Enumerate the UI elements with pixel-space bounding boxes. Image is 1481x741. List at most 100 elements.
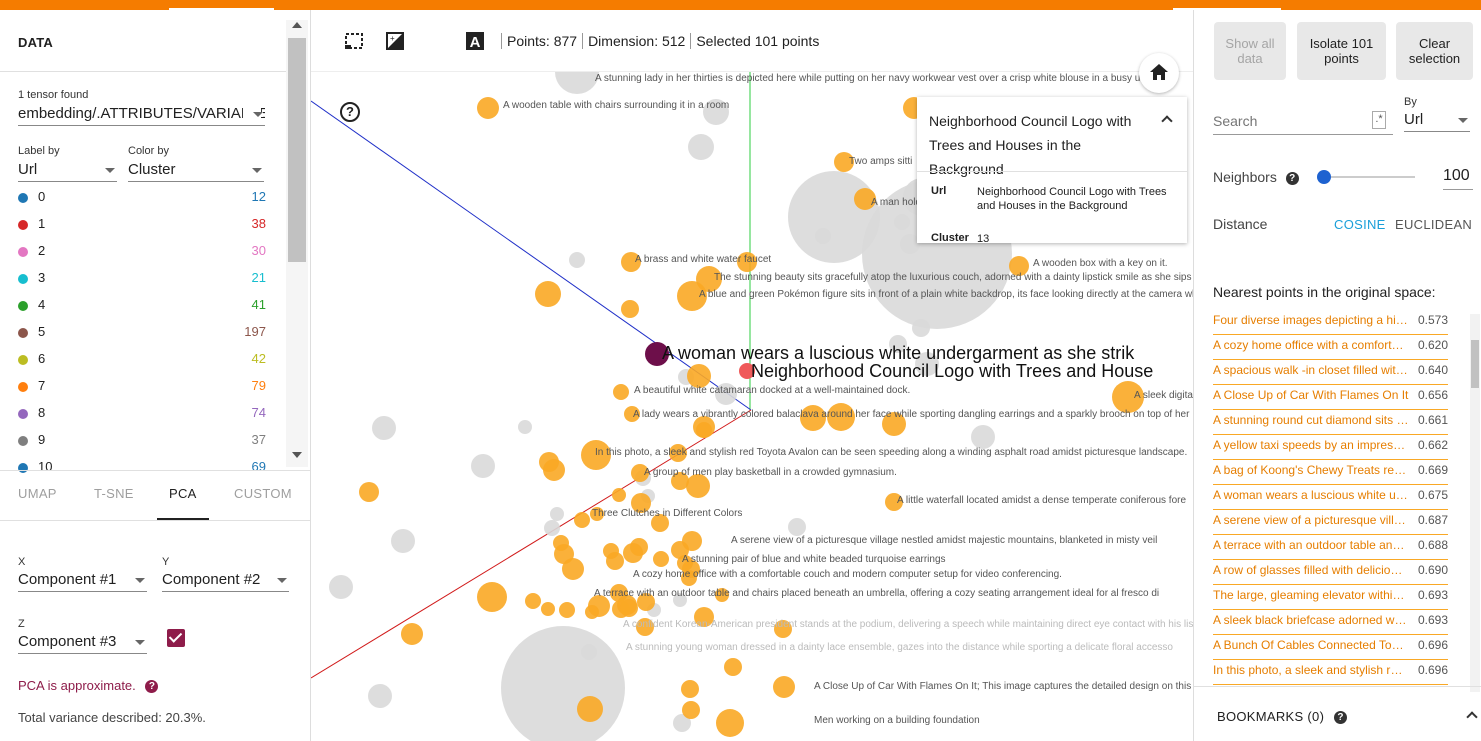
legend-item-0[interactable]: 0 12 <box>18 187 266 214</box>
nearest-item-distance: 0.688 <box>1417 538 1448 552</box>
home-button[interactable] <box>1139 53 1179 93</box>
label-by-label: Label by <box>18 145 60 157</box>
label-by-select[interactable]: Url <box>18 161 117 182</box>
nearest-item[interactable]: The large, gleaming elevator within the … <box>1213 585 1448 610</box>
data-point <box>971 425 995 449</box>
euclidean-button[interactable]: EUCLIDEAN <box>1395 217 1472 232</box>
label-text-icon[interactable]: A <box>465 31 485 51</box>
cluster-count: 12 <box>251 189 266 204</box>
y-component-select[interactable]: Component #2 <box>162 571 289 592</box>
z-enable-checkbox[interactable] <box>167 629 185 647</box>
nearest-title: Nearest points in the original space: <box>1213 284 1436 300</box>
label-by-value: Url <box>18 161 38 178</box>
legend-item-6[interactable]: 6 42 <box>18 349 266 376</box>
nearest-item-distance: 0.693 <box>1417 588 1448 602</box>
show-all-data-button[interactable]: Show all data <box>1214 22 1286 80</box>
night-mode-icon[interactable] <box>425 31 445 51</box>
help-icon[interactable]: ? <box>1285 172 1299 185</box>
legend-item-3[interactable]: 3 21 <box>18 268 266 295</box>
nearest-item[interactable]: Four diverse images depicting a higher e… <box>1213 310 1448 335</box>
legend-item-5[interactable]: 5 197 <box>18 322 266 349</box>
nearest-item[interactable]: A bag of Koong's Chewy Treats rests on a… <box>1213 460 1448 485</box>
legend-item-4[interactable]: 4 41 <box>18 295 266 322</box>
cluster-color-dot <box>18 193 28 203</box>
point-label: A blue and green Pokémon figure sits in … <box>699 289 1193 300</box>
chevron-up-icon[interactable] <box>1161 115 1173 127</box>
nearest-item[interactable]: A row of glasses filled with delicious d… <box>1213 560 1448 585</box>
nearest-item[interactable]: A sleek black briefcase adorned with gol… <box>1213 610 1448 635</box>
tab-umap[interactable]: UMAP <box>18 486 57 501</box>
chevron-up-icon[interactable] <box>1466 711 1478 723</box>
cluster-label: 2 <box>38 243 46 258</box>
nearest-item[interactable]: A terrace with an outdoor table and chai… <box>1213 535 1448 560</box>
scroll-down-icon[interactable] <box>292 452 302 458</box>
selected-data-point <box>541 602 555 616</box>
cluster-color-dot <box>18 220 28 230</box>
nearest-item[interactable]: A stunning round cut diamond sits on a r… <box>1213 410 1448 435</box>
night-mode-contrast-icon[interactable]: + <box>385 31 405 51</box>
neighbors-slider-thumb[interactable] <box>1316 170 1331 184</box>
clear-selection-button[interactable]: Clear selection <box>1396 22 1473 80</box>
selected-data-point <box>696 422 712 438</box>
tab-tsne[interactable]: T-SNE <box>94 486 134 501</box>
cluster-label: 6 <box>38 351 46 366</box>
bookmarks-section[interactable]: BOOKMARKS (0) ? <box>1194 686 1481 741</box>
cluster-color-dot <box>18 355 28 365</box>
nearest-item[interactable]: A spacious walk -in closet filled with c… <box>1213 360 1448 385</box>
select-rectangle-icon[interactable] <box>344 31 364 51</box>
isolate-points-button[interactable]: Isolate 101 points <box>1297 22 1386 80</box>
svg-text:+: + <box>390 34 395 43</box>
cosine-button[interactable]: COSINE <box>1334 217 1386 232</box>
tab-custom[interactable]: CUSTOM <box>234 486 292 501</box>
nearest-item[interactable]: A serene view of a picturesque village 0.… <box>1213 510 1448 535</box>
color-by-select[interactable]: Cluster <box>128 161 264 182</box>
selected-data-point <box>681 680 699 698</box>
cluster-value: 13 <box>977 233 990 245</box>
point-info-card: Neighborhood Council Logo with Trees and… <box>917 97 1187 245</box>
cluster-count: 79 <box>251 378 266 393</box>
search-by-select[interactable]: Url <box>1404 111 1470 132</box>
tensor-select[interactable]: embedding/.ATTRIBUTES/VARIABLE_VALUE <box>18 105 265 126</box>
data-point <box>368 684 392 708</box>
nearest-item[interactable]: A yellow taxi speeds by an impressive bu… <box>1213 435 1448 460</box>
nearest-scrollbar-thumb[interactable] <box>1471 340 1479 388</box>
scroll-up-icon[interactable] <box>292 22 302 28</box>
cluster-count: 197 <box>244 324 266 339</box>
data-panel: DATA 1 tensor found embedding/.ATTRIBUTE… <box>0 10 311 741</box>
data-point <box>550 507 564 521</box>
legend-item-1[interactable]: 1 38 <box>18 214 266 241</box>
neighbors-slider-track[interactable] <box>1319 176 1415 178</box>
nearest-item[interactable]: A cozy home office with a comfortable co… <box>1213 335 1448 360</box>
nearest-item[interactable]: A Close Up of Car With Flames On It 0.656 <box>1213 385 1448 410</box>
dimension-count: Dimension: 512 <box>582 33 691 49</box>
data-panel-title: DATA <box>18 35 53 50</box>
help-icon[interactable]: ? <box>1334 711 1348 724</box>
legend-item-9[interactable]: 9 37 <box>18 430 266 457</box>
regex-toggle[interactable]: .* <box>1372 111 1386 129</box>
total-variance: Total variance described: 20.3%. <box>18 710 206 725</box>
z-component-select[interactable]: Component #3 <box>18 633 147 654</box>
selected-data-point <box>612 488 626 502</box>
nearest-item[interactable]: In this photo, a sleek and stylish red T… <box>1213 660 1448 685</box>
bookmarks-label: BOOKMARKS (0) <box>1217 709 1325 724</box>
search-input[interactable] <box>1213 110 1368 132</box>
data-point <box>518 420 532 434</box>
point-label: A wooden box with a key on it. <box>1033 258 1168 269</box>
nearest-item-label: A row of glasses filled with delicious d… <box>1213 563 1409 577</box>
help-icon[interactable]: ? <box>145 680 159 693</box>
legend-item-2[interactable]: 2 30 <box>18 241 266 268</box>
scrollbar-thumb[interactable] <box>288 38 306 262</box>
cluster-count: 42 <box>251 351 266 366</box>
legend-item-7[interactable]: 7 79 <box>18 376 266 403</box>
tab-pca[interactable]: PCA <box>169 486 197 501</box>
question-icon[interactable]: ? <box>340 102 360 122</box>
x-axis-label: X <box>18 556 26 568</box>
nearest-item[interactable]: A Bunch Of Cables Connected Together 0.69… <box>1213 635 1448 660</box>
points-count: Points: 877 <box>501 33 583 49</box>
point-label: Three Clutches in Different Colors <box>592 508 742 519</box>
x-component-select[interactable]: Component #1 <box>18 571 147 592</box>
legend-item-8[interactable]: 8 74 <box>18 403 266 430</box>
cluster-label: 3 <box>38 270 46 285</box>
neighbors-value[interactable]: 100 <box>1443 167 1470 185</box>
nearest-item[interactable]: A woman wears a luscious white undergarm… <box>1213 485 1448 510</box>
